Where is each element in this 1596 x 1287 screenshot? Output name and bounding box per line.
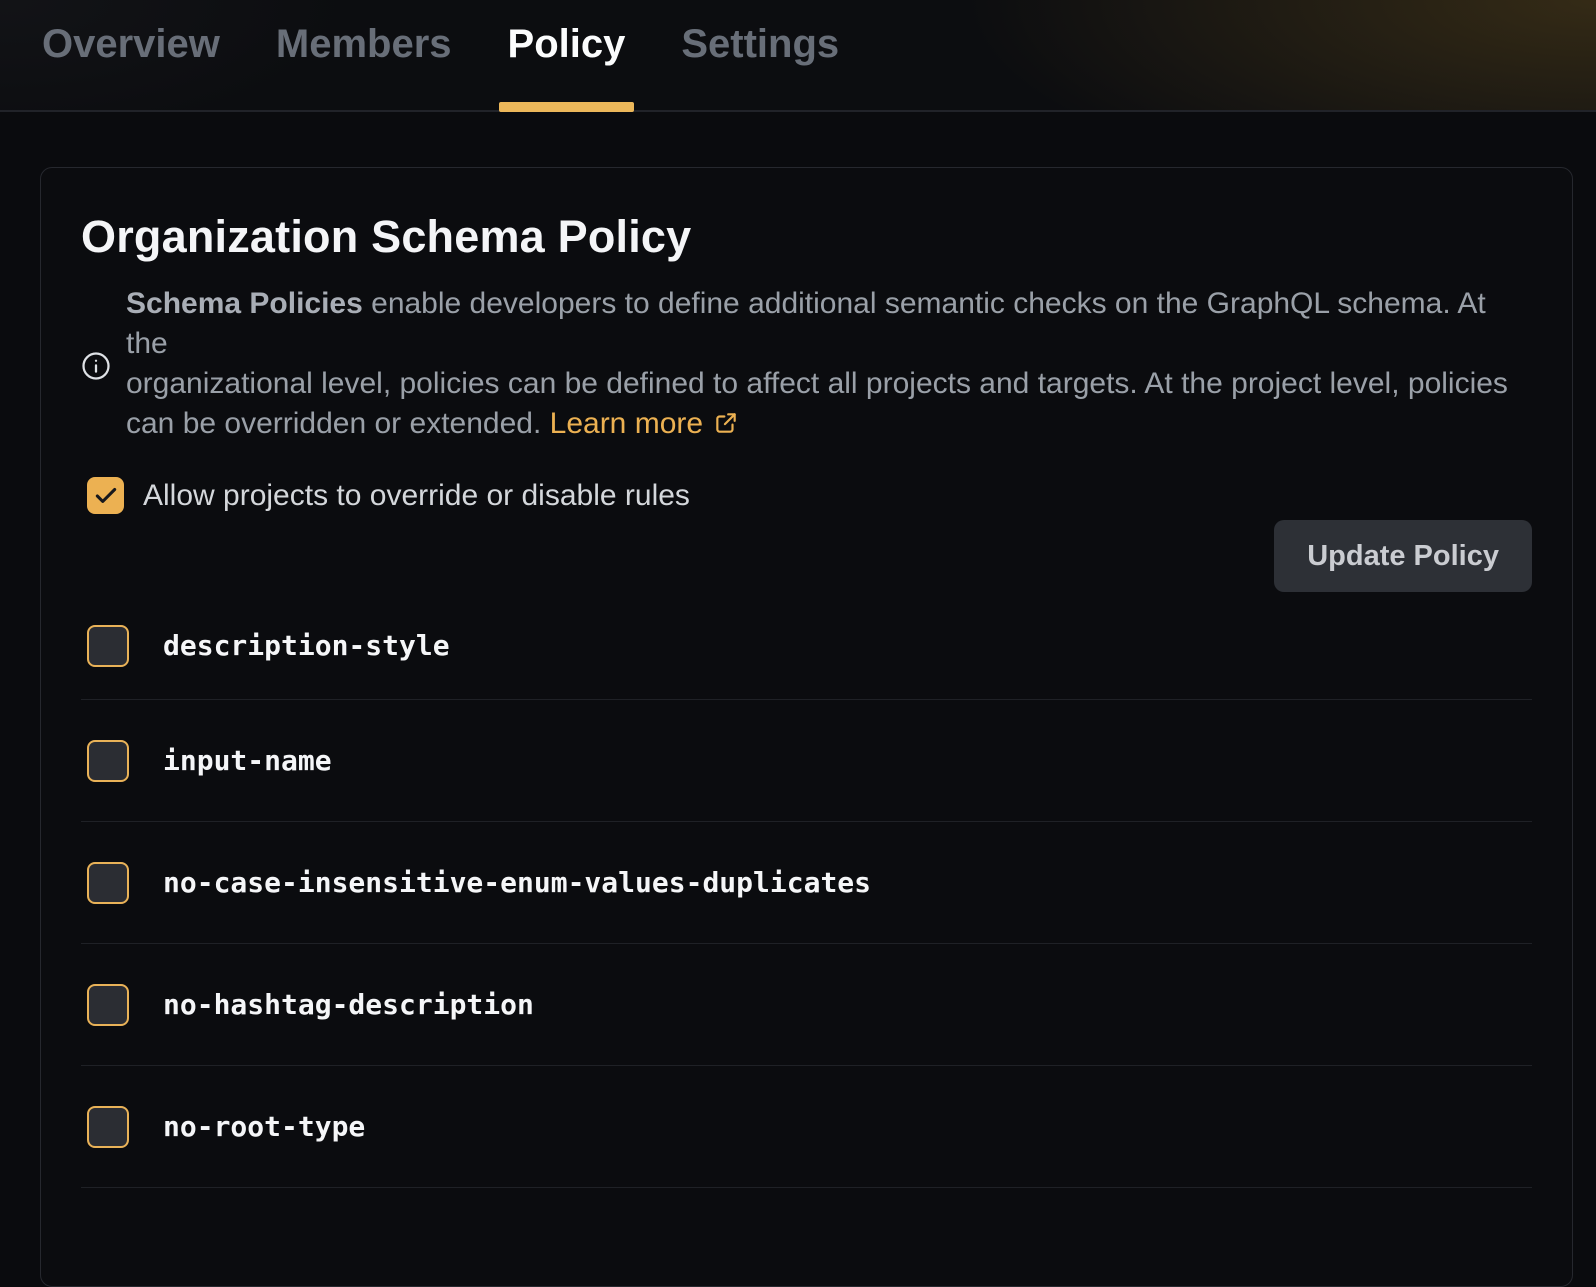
rule-name: description-style: [163, 629, 450, 662]
allow-override-label: Allow projects to override or disable ru…: [143, 479, 690, 513]
info-circle-icon: [81, 351, 111, 381]
rule-name: input-name: [163, 744, 332, 777]
policy-rules-list: description-style input-name no-case-ins…: [81, 592, 1532, 1188]
rule-row-input-name: input-name: [81, 700, 1532, 822]
tab-policy[interactable]: Policy: [508, 20, 626, 68]
external-link-icon: [713, 407, 739, 447]
info-bold-lead: Schema Policies: [126, 287, 363, 320]
rule-checkbox[interactable]: [87, 984, 129, 1026]
rule-checkbox[interactable]: [87, 625, 129, 667]
rule-checkbox[interactable]: [87, 740, 129, 782]
info-line-1: Schema Policies enable developers to def…: [126, 284, 1532, 364]
rule-name: no-root-type: [163, 1110, 365, 1143]
button-row: Update Policy: [81, 520, 1532, 592]
info-line-2: organizational level, policies can be de…: [126, 364, 1532, 404]
learn-more-link[interactable]: Learn more: [550, 407, 739, 440]
allow-override-checkbox[interactable]: [87, 477, 124, 514]
rule-name: no-hashtag-description: [163, 988, 534, 1021]
tab-list: Overview Members Policy Settings: [0, 0, 1596, 68]
check-icon: [93, 483, 119, 509]
info-callout: Schema Policies enable developers to def…: [81, 284, 1532, 447]
rule-checkbox[interactable]: [87, 1106, 129, 1148]
tab-members[interactable]: Members: [276, 20, 452, 68]
update-policy-button[interactable]: Update Policy: [1274, 520, 1532, 592]
rule-row-no-case-insensitive-enum-values-duplicates: no-case-insensitive-enum-values-duplicat…: [81, 822, 1532, 944]
rule-name: no-case-insensitive-enum-values-duplicat…: [163, 866, 871, 899]
tab-settings[interactable]: Settings: [681, 20, 839, 68]
tab-overview[interactable]: Overview: [42, 20, 220, 68]
allow-override-row: Allow projects to override or disable ru…: [87, 477, 1532, 514]
top-tab-bar: Overview Members Policy Settings: [0, 0, 1596, 112]
rule-row-no-root-type: no-root-type: [81, 1066, 1532, 1188]
info-line-3: can be overridden or extended. Learn mor…: [126, 404, 1532, 447]
info-paragraph: Schema Policies enable developers to def…: [126, 284, 1532, 447]
rule-row-no-hashtag-description: no-hashtag-description: [81, 944, 1532, 1066]
page-title: Organization Schema Policy: [81, 214, 1532, 260]
rule-checkbox[interactable]: [87, 862, 129, 904]
rule-row-description-style: description-style: [81, 592, 1532, 700]
schema-policy-card: Organization Schema Policy Schema Polici…: [40, 167, 1573, 1287]
